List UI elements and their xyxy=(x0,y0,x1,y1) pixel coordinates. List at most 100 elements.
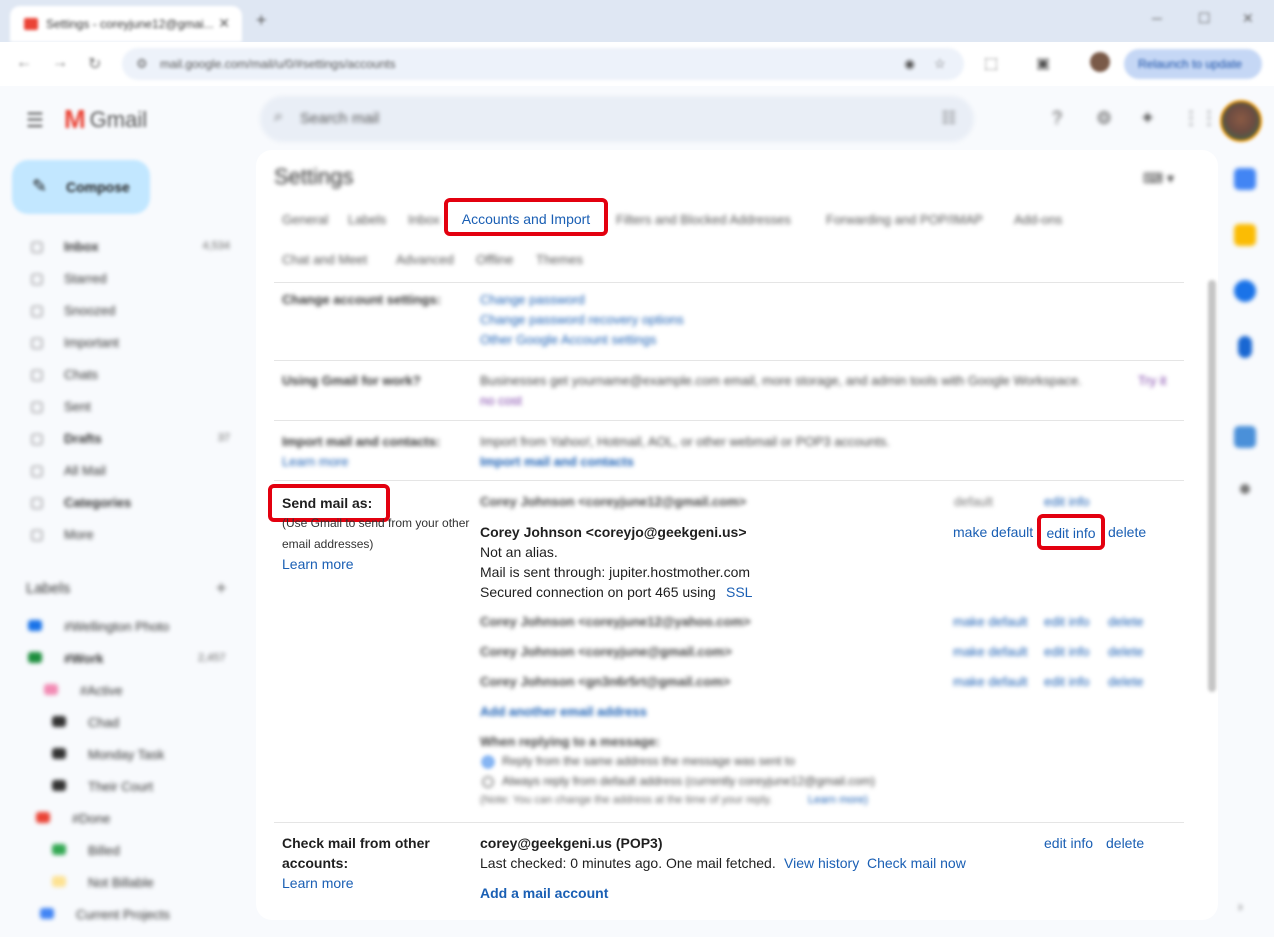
sidebar-item-important[interactable]: ▢ Important xyxy=(0,329,250,357)
sidebar-item-categories[interactable]: ▢ Categories xyxy=(0,489,250,517)
label-item[interactable]: Their Court xyxy=(0,774,240,798)
search-input[interactable]: Search mail xyxy=(300,110,379,127)
minimize-icon[interactable]: ─ xyxy=(1152,10,1162,26)
delete-link[interactable]: delete xyxy=(1108,674,1143,689)
back-icon[interactable]: ← xyxy=(16,54,32,72)
delete-link[interactable]: delete xyxy=(1108,524,1146,540)
bookmark-star-icon[interactable]: ☆ xyxy=(934,56,946,72)
sidebar-item-snoozed[interactable]: ▢ Snoozed xyxy=(0,297,250,325)
settings-gear-icon[interactable]: ⚙ xyxy=(1096,108,1112,129)
input-tools-icon[interactable]: ⌨ ▾ xyxy=(1143,170,1174,187)
tasks-icon[interactable] xyxy=(1234,280,1256,302)
tab-offline[interactable]: Offline xyxy=(476,252,513,267)
contacts-icon[interactable] xyxy=(1238,336,1252,358)
make-default-link[interactable]: make default xyxy=(953,614,1027,629)
label-item[interactable]: Current Projects xyxy=(0,902,240,926)
search-bar[interactable]: ⌕ Search mail ☷ xyxy=(260,96,974,142)
eye-icon[interactable]: ◉ xyxy=(904,56,915,72)
make-default-link[interactable]: make default xyxy=(953,674,1027,689)
tab-chat-meet[interactable]: Chat and Meet xyxy=(282,252,367,267)
label-item[interactable]: Not Billable xyxy=(0,870,240,894)
apps-grid-icon[interactable]: ⋮⋮ xyxy=(1182,108,1218,129)
tab-general[interactable]: General xyxy=(282,212,328,227)
edit-info-link[interactable]: edit info xyxy=(1044,674,1090,689)
site-info-icon[interactable]: ⚙ xyxy=(136,56,148,72)
tab-labels[interactable]: Labels xyxy=(348,212,386,227)
sidebar-item-starred[interactable]: ▢ Starred xyxy=(0,265,250,293)
search-icon[interactable]: ⌕ xyxy=(274,108,283,126)
reply-default-radio[interactable] xyxy=(482,776,494,788)
main-menu-icon[interactable]: ☰ xyxy=(26,108,44,133)
import-learn-more-link[interactable]: Learn more xyxy=(282,454,348,469)
label-item[interactable]: Billed xyxy=(0,838,240,862)
sidebar-item-drafts[interactable]: ▢ Drafts 37 xyxy=(0,425,250,453)
addon-icon[interactable] xyxy=(1234,426,1256,448)
ssl-link[interactable]: SSL xyxy=(726,584,752,600)
check-mail-now-link[interactable]: Check mail now xyxy=(867,855,966,871)
sidebar-item-more[interactable]: ▢ More xyxy=(0,521,250,549)
add-label-icon[interactable]: + xyxy=(216,578,227,599)
try-it-link[interactable]: Try it xyxy=(1138,373,1166,388)
profile-avatar[interactable] xyxy=(1090,52,1110,72)
expand-panel-icon[interactable]: › xyxy=(1238,898,1243,914)
browser-tab[interactable]: Settings - coreyjune12@gmai... ✕ xyxy=(10,6,242,42)
check-mail-learn-more-link[interactable]: Learn more xyxy=(282,875,354,891)
sidebar-item-sent[interactable]: ▢ Sent xyxy=(0,393,250,421)
delete-link[interactable]: delete xyxy=(1108,644,1143,659)
make-default-link[interactable]: make default xyxy=(953,524,1033,540)
delete-link[interactable]: delete xyxy=(1108,614,1143,629)
label-item[interactable]: Monday Task xyxy=(0,742,240,766)
add-mail-account-link[interactable]: Add a mail account xyxy=(480,885,608,901)
recovery-options-link[interactable]: Change password recovery options xyxy=(480,312,684,327)
edit-info-link[interactable]: edit info xyxy=(1044,494,1090,509)
edit-info-link[interactable]: edit info xyxy=(1044,644,1090,659)
view-history-link[interactable]: View history xyxy=(784,855,859,871)
tab-addons[interactable]: Add-ons xyxy=(1014,212,1062,227)
change-password-link[interactable]: Change password xyxy=(480,292,585,307)
label-item[interactable]: #Work 2,457 xyxy=(0,646,240,670)
account-avatar[interactable] xyxy=(1220,100,1262,142)
sidebar-item-inbox[interactable]: ▢ Inbox 4,534 xyxy=(0,233,250,261)
close-tab-icon[interactable]: ✕ xyxy=(218,15,230,32)
side-panel-icon[interactable]: ▣ xyxy=(1036,54,1050,72)
pop3-delete-link[interactable]: delete xyxy=(1106,835,1144,851)
add-another-address-link[interactable]: Add another email address xyxy=(480,704,647,719)
forward-icon[interactable]: → xyxy=(52,54,68,72)
tab-forwarding[interactable]: Forwarding and POP/IMAP xyxy=(826,212,983,227)
reply-same-radio[interactable] xyxy=(482,756,494,768)
search-options-icon[interactable]: ☷ xyxy=(942,108,956,128)
maximize-icon[interactable]: ☐ xyxy=(1198,10,1211,27)
keep-icon[interactable] xyxy=(1234,224,1256,246)
help-icon[interactable]: ? xyxy=(1052,108,1062,129)
label-item[interactable]: Chad xyxy=(0,710,240,734)
relaunch-button[interactable]: Relaunch to update xyxy=(1124,49,1262,79)
gmail-logo[interactable]: M Gmail xyxy=(64,104,147,135)
new-tab-button[interactable]: + xyxy=(256,10,267,31)
tab-accounts-import[interactable]: Accounts and Import xyxy=(444,198,608,236)
sidebar-item-all-mail[interactable]: ▢ All Mail xyxy=(0,457,250,485)
make-default-link[interactable]: make default xyxy=(953,644,1027,659)
add-addon-icon[interactable] xyxy=(1240,484,1250,494)
address-bar[interactable]: ⚙ mail.google.com/mail/u/0/#settings/acc… xyxy=(122,48,964,80)
google-account-link[interactable]: Other Google Account settings xyxy=(480,332,656,347)
calendar-icon[interactable] xyxy=(1234,168,1256,190)
tab-filters[interactable]: Filters and Blocked Addresses xyxy=(616,212,791,227)
edit-info-link[interactable]: edit info xyxy=(1044,614,1090,629)
gemini-icon[interactable]: ✦ xyxy=(1140,108,1155,129)
extensions-icon[interactable]: ⬚ xyxy=(984,54,998,72)
label-item[interactable]: #Done xyxy=(0,806,240,830)
no-cost-link[interactable]: no cost xyxy=(480,393,522,408)
compose-button[interactable]: ✎ Compose xyxy=(12,160,150,214)
label-item[interactable]: #Active xyxy=(0,678,240,702)
tab-inbox[interactable]: Inbox xyxy=(408,212,440,227)
pop3-edit-info-link[interactable]: edit info xyxy=(1044,835,1093,851)
close-window-icon[interactable]: ✕ xyxy=(1242,10,1254,27)
tab-advanced[interactable]: Advanced xyxy=(396,252,454,267)
reply-note-learn-more-link[interactable]: Learn more) xyxy=(808,794,868,806)
import-mail-contacts-link[interactable]: Import mail and contacts xyxy=(480,454,634,469)
tab-themes[interactable]: Themes xyxy=(536,252,583,267)
label-item[interactable]: #Wellington Photo xyxy=(0,614,240,638)
reload-icon[interactable]: ↻ xyxy=(88,54,101,74)
send-as-learn-more-link[interactable]: Learn more xyxy=(282,556,354,572)
scrollbar[interactable] xyxy=(1208,280,1216,692)
